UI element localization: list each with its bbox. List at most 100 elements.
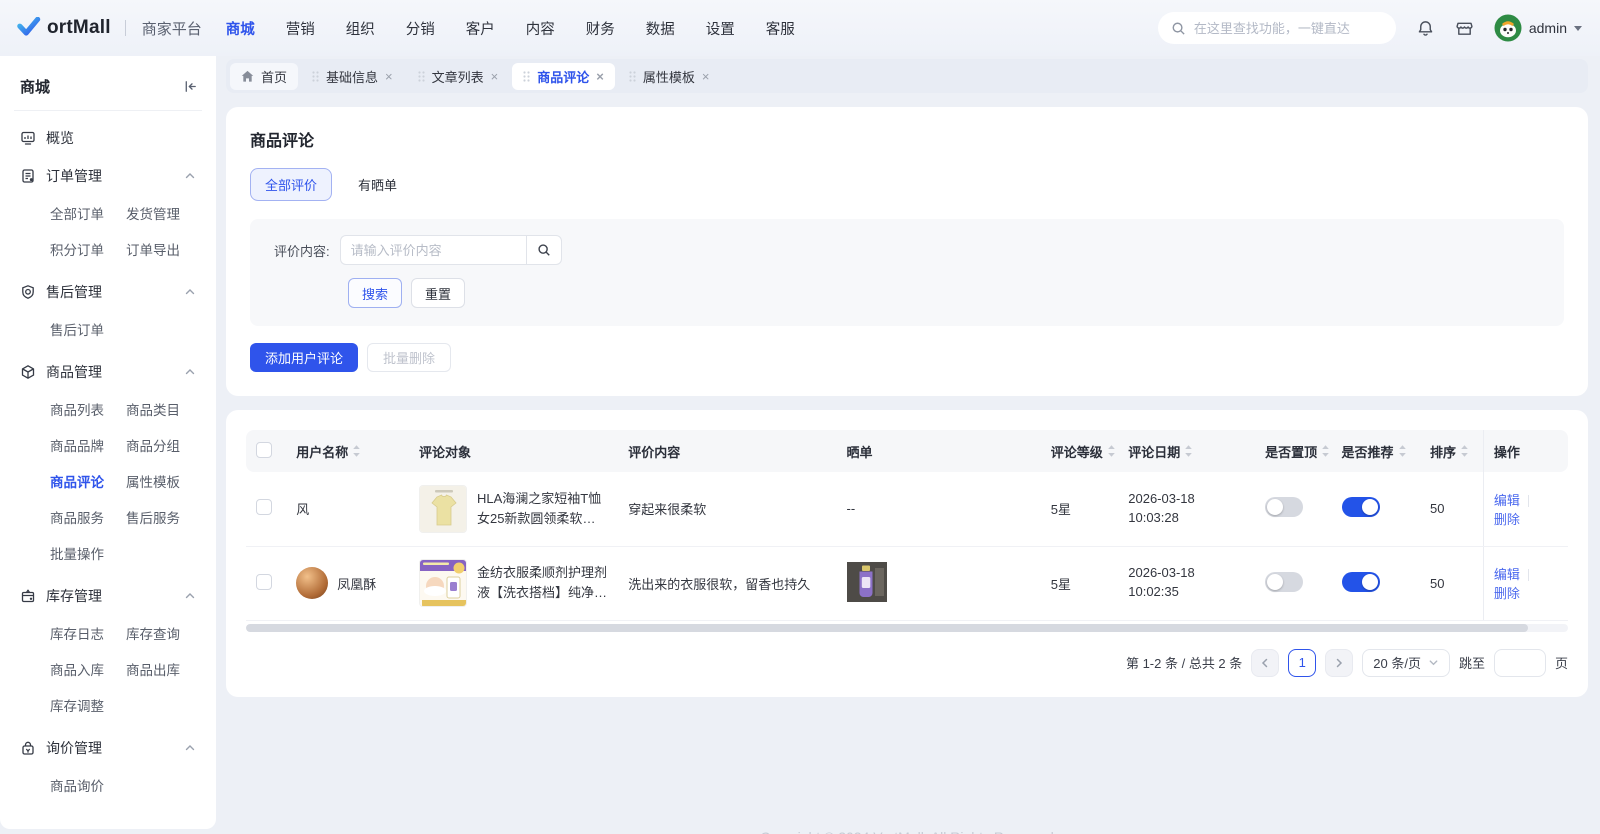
- select-all-checkbox[interactable]: [256, 442, 272, 458]
- filter-tab-all[interactable]: 全部评价: [250, 168, 332, 201]
- top-nav-item-2[interactable]: 营销: [286, 18, 315, 39]
- close-icon[interactable]: ×: [596, 70, 604, 83]
- edit-link[interactable]: 编辑: [1494, 493, 1520, 508]
- sidebar-item-商品询价[interactable]: 商品询价: [50, 767, 126, 803]
- sidebar-group-header[interactable]: 商品管理: [14, 353, 202, 391]
- top-nav-item-9[interactable]: 设置: [706, 18, 735, 39]
- sidebar-item-积分订单[interactable]: 积分订单: [50, 231, 126, 267]
- sidebar-item-订单导出[interactable]: 订单导出: [126, 231, 202, 267]
- sort-caret-icon[interactable]: [1398, 444, 1407, 458]
- delete-link[interactable]: 删除: [1494, 586, 1520, 601]
- chevron-up-icon: [184, 366, 196, 378]
- tab-4[interactable]: 商品评论×: [512, 63, 615, 90]
- tab-1[interactable]: 首页: [230, 63, 298, 90]
- column-header-inner: 评论等级: [1051, 442, 1108, 461]
- collapse-sidebar-icon[interactable]: [183, 79, 198, 94]
- sidebar-item-批量操作[interactable]: 批量操作: [50, 535, 126, 571]
- sidebar-group-header[interactable]: 订单管理: [14, 157, 202, 195]
- sidebar-item-库存查询[interactable]: 库存查询: [126, 615, 202, 651]
- sort-caret-icon[interactable]: [1107, 444, 1116, 458]
- top-nav-item-10[interactable]: 客服: [766, 18, 795, 39]
- shop-icon[interactable]: [1455, 19, 1474, 38]
- prev-page-button[interactable]: [1251, 649, 1279, 677]
- close-icon[interactable]: ×: [385, 70, 393, 83]
- chevron-up-icon: [184, 286, 196, 298]
- top-nav-item-1[interactable]: 商城: [226, 18, 255, 39]
- showcase-cell: [837, 546, 1041, 620]
- sidebar-item-售后订单[interactable]: 售后订单: [50, 311, 126, 347]
- sidebar-item-发货管理[interactable]: 发货管理: [126, 195, 202, 231]
- sidebar-item-属性模板[interactable]: 属性模板: [126, 463, 202, 499]
- sort-caret-icon[interactable]: [1184, 444, 1193, 458]
- sidebar-item-商品列表[interactable]: 商品列表: [50, 391, 126, 427]
- column-label: 操作: [1494, 442, 1520, 461]
- sidebar-item-商品服务[interactable]: 商品服务: [50, 499, 126, 535]
- input-search-button[interactable]: [526, 235, 562, 265]
- close-icon[interactable]: ×: [491, 70, 499, 83]
- column-header-1[interactable]: 用户名称: [286, 430, 409, 472]
- column-header-6[interactable]: 评论日期: [1118, 430, 1255, 472]
- top-nav-item-4[interactable]: 分销: [406, 18, 435, 39]
- tab-bar: 首页基础信息×文章列表×商品评论×属性模板×: [226, 59, 1588, 93]
- sidebar-item-商品品牌[interactable]: 商品品牌: [50, 427, 126, 463]
- add-user-review-button[interactable]: 添加用户评论: [250, 343, 358, 372]
- global-search[interactable]: [1158, 12, 1396, 44]
- sort-caret-icon[interactable]: [1321, 444, 1330, 458]
- sidebar-group-header[interactable]: 售后管理: [14, 273, 202, 311]
- horizontal-scrollbar[interactable]: [246, 624, 1568, 632]
- top-nav-item-8[interactable]: 数据: [646, 18, 675, 39]
- tab-2[interactable]: 基础信息×: [301, 63, 404, 90]
- sidebar-item-全部订单[interactable]: 全部订单: [50, 195, 126, 231]
- page-size-select[interactable]: 20 条/页: [1362, 649, 1450, 677]
- sidebar-item-售后服务[interactable]: 售后服务: [126, 499, 202, 535]
- reset-button[interactable]: 重置: [411, 278, 465, 308]
- delete-link[interactable]: 删除: [1494, 512, 1520, 527]
- sidebar-item-商品出库[interactable]: 商品出库: [126, 651, 202, 687]
- sidebar-group-header[interactable]: 库存管理: [14, 577, 202, 615]
- pagination: 第 1-2 条 / 总共 2 条 1 20 条/页 跳至 页: [246, 649, 1568, 677]
- column-header-7[interactable]: 是否置顶: [1255, 430, 1331, 472]
- sidebar-item-库存日志[interactable]: 库存日志: [50, 615, 126, 651]
- sort-caret-icon[interactable]: [352, 444, 361, 458]
- sidebar-item-商品入库[interactable]: 商品入库: [50, 651, 126, 687]
- search-button[interactable]: 搜索: [348, 278, 402, 308]
- column-label: 晒单: [847, 442, 873, 461]
- pinned-toggle[interactable]: [1265, 572, 1303, 592]
- page-number-1[interactable]: 1: [1288, 649, 1316, 677]
- top-nav-item-3[interactable]: 组织: [346, 18, 375, 39]
- column-header-8[interactable]: 是否推荐: [1332, 430, 1421, 472]
- jump-page-input[interactable]: [1494, 649, 1546, 677]
- column-header-4: 晒单: [837, 430, 1041, 472]
- user-menu[interactable]: admin: [1494, 14, 1582, 42]
- pinned-toggle[interactable]: [1265, 497, 1303, 517]
- filter-tab-with-photos[interactable]: 有晒单: [358, 169, 397, 200]
- tab-3[interactable]: 文章列表×: [407, 63, 510, 90]
- bell-icon[interactable]: [1416, 19, 1435, 38]
- inquiry-icon: [20, 740, 36, 756]
- column-header-5[interactable]: 评论等级: [1041, 430, 1118, 472]
- sidebar-item-1[interactable]: 概览: [14, 119, 202, 157]
- sidebar-item-库存调整[interactable]: 库存调整: [50, 687, 126, 723]
- top-bar: ortMall 商家平台 商城营销组织分销客户内容财务数据设置客服: [0, 0, 1600, 56]
- edit-link[interactable]: 编辑: [1494, 567, 1520, 582]
- top-nav-item-6[interactable]: 内容: [526, 18, 555, 39]
- top-nav-item-5[interactable]: 客户: [466, 18, 495, 39]
- next-page-button[interactable]: [1325, 649, 1353, 677]
- recommend-toggle[interactable]: [1342, 497, 1380, 517]
- tab-5[interactable]: 属性模板×: [618, 63, 721, 90]
- showcase-bottle-image[interactable]: [847, 590, 887, 605]
- column-header-9[interactable]: 排序: [1420, 430, 1483, 472]
- copyright: Copyright © 2024 VortMall. All Rights Re…: [226, 829, 1588, 834]
- row-checkbox[interactable]: [256, 499, 272, 515]
- row-checkbox[interactable]: [256, 574, 272, 590]
- sidebar-group-header[interactable]: 询价管理: [14, 729, 202, 767]
- review-content-input[interactable]: [340, 235, 526, 265]
- top-nav-item-7[interactable]: 财务: [586, 18, 615, 39]
- close-icon[interactable]: ×: [702, 70, 710, 83]
- global-search-input[interactable]: [1194, 21, 1383, 36]
- sidebar-item-商品类目[interactable]: 商品类目: [126, 391, 202, 427]
- recommend-toggle[interactable]: [1342, 572, 1380, 592]
- sidebar-item-商品分组[interactable]: 商品分组: [126, 427, 202, 463]
- sidebar-item-商品评论[interactable]: 商品评论: [50, 463, 126, 499]
- sort-caret-icon[interactable]: [1460, 444, 1469, 458]
